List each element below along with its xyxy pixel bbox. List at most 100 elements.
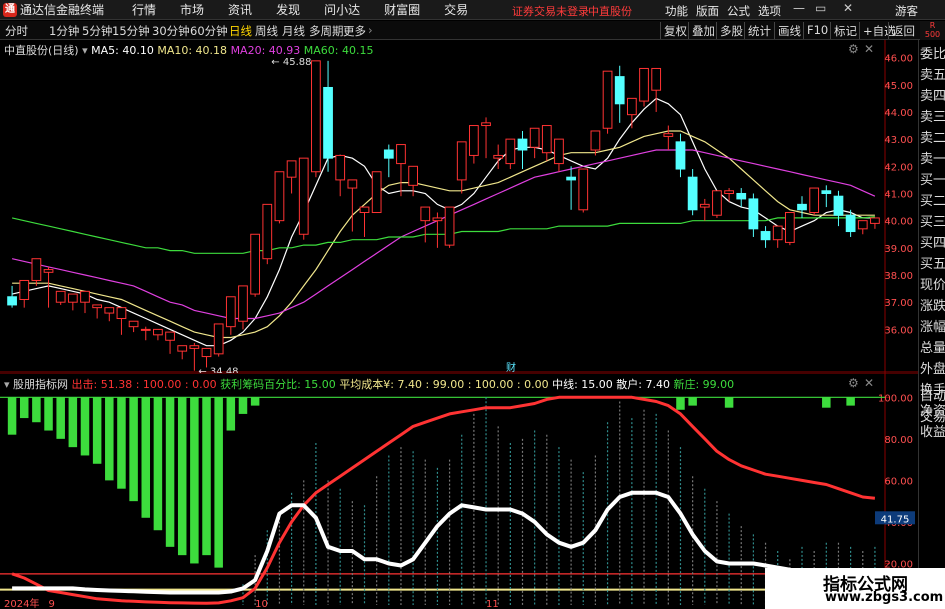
- side-item-buy1[interactable]: 买一: [920, 170, 945, 191]
- restore-icon[interactable]: ▭: [815, 1, 826, 15]
- indicator-close-icon[interactable]: ✕: [864, 376, 874, 390]
- menu-function[interactable]: 功能: [665, 3, 688, 19]
- x-axis-label: 2024年: [4, 597, 39, 609]
- green-hanging-bar: [44, 397, 53, 431]
- period-15min[interactable]: 15分钟: [112, 23, 150, 39]
- y-tick-label: 46.00: [884, 54, 913, 65]
- side-item-price[interactable]: 现价: [920, 275, 945, 296]
- period-weekly[interactable]: 周线: [255, 23, 278, 39]
- green-hanging-bar: [202, 397, 211, 556]
- menu-wealth-circle[interactable]: 财富圈: [384, 1, 420, 18]
- candle-up: [529, 127, 540, 148]
- menu-discover[interactable]: 发现: [276, 1, 300, 18]
- minimize-icon[interactable]: —: [793, 1, 805, 15]
- side-item-trade[interactable]: 交易: [920, 407, 945, 428]
- candle-up: [590, 130, 601, 151]
- menu-quotes[interactable]: 行情: [132, 1, 156, 18]
- candle-down: [833, 195, 844, 216]
- candlestick-chart[interactable]: 36.00 37.00 38.00 39.00 40.00 41.00 42.00 43.00…: [0, 40, 918, 373]
- side-item-volume[interactable]: 总量: [920, 338, 945, 359]
- menu-info[interactable]: 资讯: [228, 1, 252, 18]
- y-tick-label: 45.00: [884, 81, 913, 92]
- multi-stock-button[interactable]: 多股: [716, 22, 746, 39]
- side-item-sell3[interactable]: 卖三: [920, 107, 945, 128]
- side-item-pct[interactable]: 涨幅: [920, 317, 945, 338]
- green-hanging-bar: [129, 397, 138, 502]
- rights-adjust-button[interactable]: 复权: [660, 22, 690, 39]
- period-5min[interactable]: 5分钟: [82, 23, 112, 39]
- period-more[interactable]: 更多: [343, 23, 366, 39]
- period-monthly[interactable]: 月线: [282, 23, 305, 39]
- close-icon[interactable]: ✕: [843, 1, 853, 15]
- mark-button[interactable]: 标记: [830, 22, 860, 39]
- menu-ask[interactable]: 问小达: [324, 1, 360, 18]
- indicator-settings-icon[interactable]: ⚙: [848, 376, 859, 390]
- y-tick-label: 39.00: [884, 244, 913, 255]
- side-item-buy2[interactable]: 买二: [920, 191, 945, 212]
- menu-layout[interactable]: 版面: [696, 3, 719, 19]
- side-item-sell1[interactable]: 卖一: [920, 149, 945, 170]
- current-value-label: 41.75: [881, 514, 910, 525]
- candle-down: [736, 192, 747, 200]
- side-item-buy4[interactable]: 买四: [920, 233, 945, 254]
- candle-up: [469, 125, 479, 156]
- candle-down: [797, 203, 807, 211]
- y-tick-label: 41.00: [884, 189, 913, 200]
- side-item-buy3[interactable]: 买三: [920, 212, 945, 233]
- candle-up: [712, 190, 722, 216]
- watermark-url: www.zbgs3.com: [825, 590, 944, 605]
- ma5-label: MA5: 40.10: [91, 44, 154, 57]
- ma-toggle-icon[interactable]: ▾: [82, 44, 88, 57]
- side-item-sell2[interactable]: 卖二: [920, 128, 945, 149]
- candle-up: [165, 331, 175, 341]
- app-title: 通达信金融终端: [20, 3, 105, 17]
- settings-icon[interactable]: ⚙: [848, 42, 859, 56]
- side-item-auto[interactable]: 自动: [920, 386, 945, 407]
- side-item-change[interactable]: 涨跌: [920, 296, 945, 317]
- green-hanging-bar: [92, 397, 102, 464]
- app-logo-icon: 通: [3, 2, 17, 17]
- menu-trade[interactable]: 交易: [444, 1, 468, 18]
- menu-market[interactable]: 市场: [180, 1, 204, 18]
- period-tick[interactable]: 分时: [5, 23, 28, 39]
- candle-up: [335, 154, 346, 181]
- draw-line-button[interactable]: 画线: [774, 22, 804, 39]
- side-item-buy5[interactable]: 买五: [920, 254, 945, 275]
- back-button[interactable]: 返回: [888, 22, 918, 39]
- chevron-right-icon[interactable]: ›: [368, 23, 373, 37]
- period-multi[interactable]: 多周期: [309, 23, 344, 39]
- indicator-y-label: 60.00: [884, 476, 913, 487]
- candle-up: [189, 345, 200, 349]
- candle-down: [821, 190, 832, 194]
- side-item-weibi[interactable]: 委比: [920, 44, 945, 65]
- side-item-sell4[interactable]: 卖四: [920, 86, 945, 107]
- finance-event-marker[interactable]: 财: [506, 359, 516, 374]
- candle-up: [274, 171, 285, 222]
- menu-options[interactable]: 选项: [758, 3, 781, 19]
- indicator-avgcost: 平均成本¥: 7.40 : 99.00 : 100.00 : 0.00: [339, 378, 549, 391]
- green-hanging-bar: [250, 397, 260, 406]
- indicator-toggle-icon[interactable]: ▾: [4, 378, 10, 391]
- candle-up: [128, 320, 139, 328]
- candle-down: [566, 176, 576, 181]
- close-chart-icon[interactable]: ✕: [864, 42, 874, 56]
- guest-user[interactable]: 游客: [895, 3, 918, 19]
- green-hanging-bar: [105, 397, 114, 481]
- f10-button[interactable]: F10: [803, 22, 831, 39]
- side-item-sell5[interactable]: 卖五: [920, 65, 945, 86]
- green-hanging-bar: [80, 397, 90, 456]
- candle-up: [286, 160, 297, 178]
- candle-up: [177, 345, 188, 352]
- candle-up: [238, 285, 248, 322]
- period-daily[interactable]: 日线: [229, 23, 252, 39]
- overlay-button[interactable]: 叠加: [688, 22, 718, 39]
- y-tick-label: 42.00: [884, 162, 913, 173]
- green-hanging-bar: [165, 397, 175, 547]
- login-status[interactable]: 证券交易未登录: [512, 3, 589, 19]
- period-60min[interactable]: 60分钟: [190, 23, 228, 39]
- period-30min[interactable]: 30分钟: [152, 23, 190, 39]
- green-hanging-bar: [7, 397, 17, 435]
- menu-formula[interactable]: 公式: [727, 3, 750, 19]
- period-1min[interactable]: 1分钟: [49, 23, 79, 39]
- statistics-button[interactable]: 统计: [744, 22, 774, 39]
